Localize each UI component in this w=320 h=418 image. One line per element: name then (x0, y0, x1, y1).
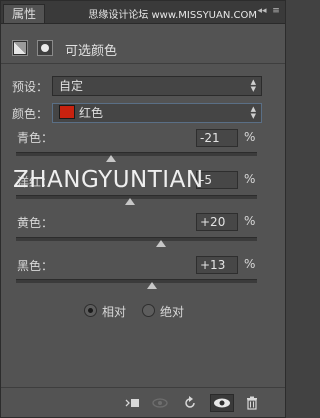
yellow-slider-thumb[interactable] (155, 240, 166, 247)
yellow-unit: % (244, 214, 256, 228)
clip-to-layer-icon[interactable] (123, 394, 141, 412)
slider-label-cyan: 青色： (17, 131, 54, 145)
cyan-slider-track[interactable] (16, 152, 257, 156)
relative-label: 相对 (102, 305, 127, 319)
reset-icon[interactable] (181, 394, 199, 412)
layer-mask-icon[interactable] (37, 40, 53, 56)
black-value-input[interactable]: +13 (196, 256, 238, 274)
colors-label: 颜色： (12, 107, 49, 121)
adjustment-layer-icon[interactable] (12, 40, 28, 56)
colors-select[interactable]: 红色 ▲ ▼ (52, 103, 262, 123)
preset-value: 自定 (59, 79, 84, 93)
cyan-unit: % (244, 130, 256, 144)
watermark-text: 思缘设计论坛 www.MISSYUAN.COM (88, 10, 257, 21)
yellow-value-input[interactable]: +20 (196, 213, 238, 231)
cyan-slider-thumb[interactable] (106, 155, 117, 162)
magenta-unit: % (244, 172, 256, 186)
visibility-eye-icon[interactable] (210, 394, 234, 412)
slider-label-black: 黑色： (17, 259, 54, 273)
yellow-slider-track[interactable] (16, 237, 257, 241)
color-swatch (59, 105, 75, 119)
slider-label-yellow: 黄色： (17, 216, 54, 230)
collapse-icon[interactable]: ◂◂ (257, 6, 267, 16)
absolute-radio[interactable] (142, 304, 155, 317)
relative-radio[interactable] (84, 304, 97, 317)
select-arrows-icon: ▲ ▼ (250, 105, 256, 120)
panel-footer (1, 387, 285, 418)
properties-panel: 属性 思缘设计论坛 www.MISSYUAN.COM ◂◂ ≡ 可选颜色 预设：… (0, 0, 286, 418)
black-unit: % (244, 257, 256, 271)
black-slider-thumb[interactable] (147, 282, 158, 289)
overlay-name-text: ZHANGYUNTIAN (13, 167, 204, 193)
select-arrows-icon: ▲ ▼ (250, 78, 256, 93)
panel-header: 可选颜色 (1, 31, 285, 64)
cyan-value-input[interactable]: -21 (196, 129, 238, 147)
black-slider-track[interactable] (16, 279, 257, 283)
delete-icon[interactable] (243, 394, 261, 412)
tab-properties[interactable]: 属性 (3, 4, 46, 23)
preset-label: 预设： (12, 80, 49, 94)
magenta-slider-thumb[interactable] (125, 198, 136, 205)
panel-title: 可选颜色 (65, 44, 118, 59)
view-previous-state-icon[interactable] (151, 394, 169, 412)
preset-select[interactable]: 自定 ▲ ▼ (52, 76, 262, 96)
panel-menu-icon[interactable]: ≡ (271, 6, 281, 16)
panel-tabbar: 属性 思缘设计论坛 www.MISSYUAN.COM ◂◂ ≡ (1, 1, 285, 24)
absolute-label: 绝对 (160, 305, 185, 319)
magenta-slider-track[interactable] (16, 195, 257, 199)
colors-value: 红色 (79, 106, 104, 120)
